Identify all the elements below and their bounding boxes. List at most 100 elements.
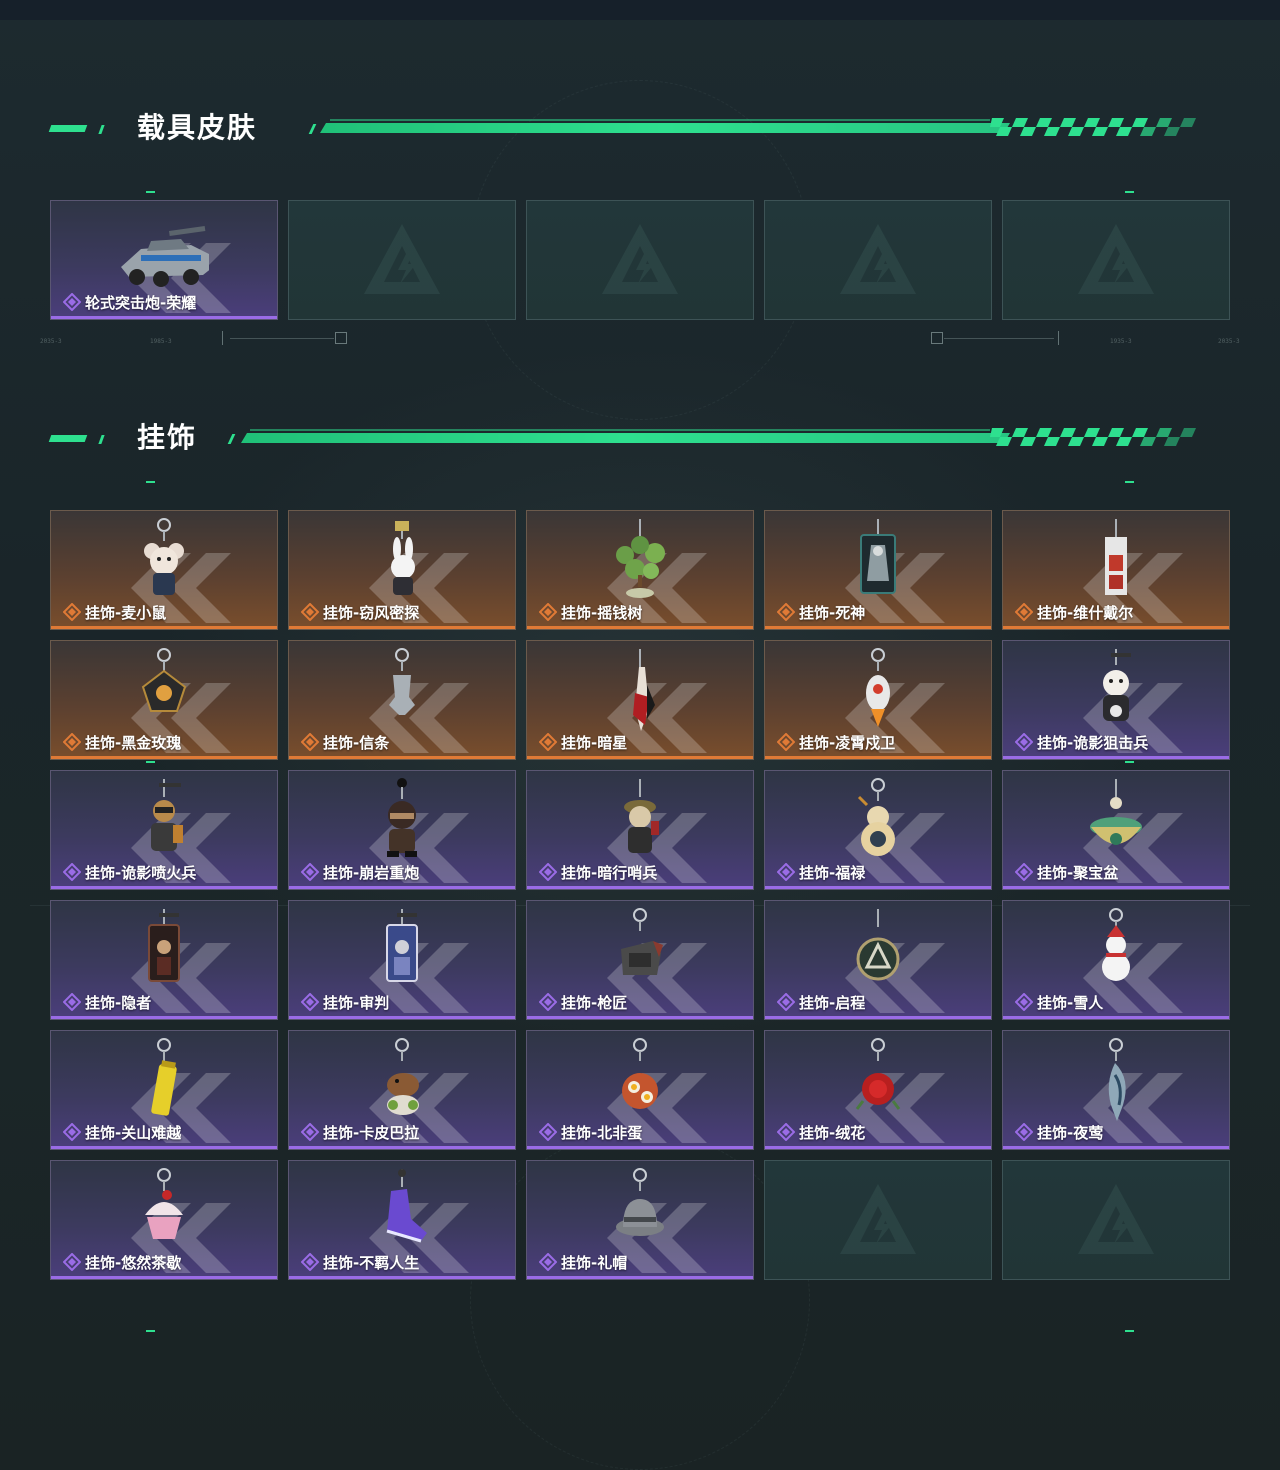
- item-card[interactable]: 挂饰-悠然茶歇: [50, 1160, 278, 1280]
- rarity-bar: [289, 756, 515, 759]
- flamethrower-charm-icon: [151, 779, 183, 851]
- departure-medal-charm-icon: [856, 909, 900, 981]
- rarity-diamond-icon: [1015, 1123, 1033, 1141]
- yellow-bottle-charm-icon: [151, 1038, 177, 1116]
- item-name: 挂饰-崩岩重炮: [323, 864, 420, 882]
- rarity-bar: [1003, 756, 1229, 759]
- empty-slot-logo-icon: [364, 224, 440, 294]
- item-card[interactable]: 挂饰-枪匠: [526, 900, 754, 1020]
- item-card[interactable]: 挂饰-不羁人生: [288, 1160, 516, 1280]
- rarity-bar: [765, 886, 991, 889]
- item-card[interactable]: 挂饰-启程: [764, 900, 992, 1020]
- header-accent: [98, 435, 105, 444]
- item-card[interactable]: 挂饰-北非蛋: [526, 1030, 754, 1150]
- mouse-charm-icon: [144, 518, 184, 595]
- empty-slot-logo-icon: [840, 1184, 916, 1254]
- rarity-diamond-icon: [777, 1123, 795, 1141]
- item-name: 挂饰-信条: [323, 734, 390, 752]
- item-card[interactable]: 挂饰-礼帽: [526, 1160, 754, 1280]
- header-bar-line: [330, 119, 990, 121]
- rarity-diamond-icon: [1015, 863, 1033, 881]
- rarity-diamond-icon: [63, 603, 81, 621]
- rarity-bar: [765, 626, 991, 629]
- armored-car-icon: [121, 225, 209, 287]
- item-card[interactable]: 轮式突击炮-荣耀: [50, 200, 278, 320]
- hud-tick-label: 1935-3: [1110, 338, 1132, 345]
- corner-tick: [1125, 481, 1134, 483]
- item-card[interactable]: 挂饰-死神: [764, 510, 992, 630]
- item-card[interactable]: 挂饰-审判: [288, 900, 516, 1020]
- sentry-charm-icon: [624, 779, 659, 853]
- rarity-bar: [51, 756, 277, 759]
- item-card[interactable]: 挂饰-凌霄戍卫: [764, 640, 992, 760]
- rarity-bar: [527, 886, 753, 889]
- header-accent: [227, 434, 236, 444]
- item-name: 挂饰-启程: [799, 994, 866, 1012]
- rarity-bar: [1003, 886, 1229, 889]
- item-card[interactable]: 挂饰-麦小鼠: [50, 510, 278, 630]
- rarity-diamond-icon: [63, 733, 81, 751]
- sneaker-charm-icon: [386, 1169, 427, 1243]
- item-card[interactable]: 挂饰-福禄: [764, 770, 992, 890]
- item-card[interactable]: 挂饰-暗行哨兵: [526, 770, 754, 890]
- rarity-bar: [1003, 626, 1229, 629]
- item-card[interactable]: 挂饰-关山难越: [50, 1030, 278, 1150]
- rarity-diamond-icon: [1015, 993, 1033, 1011]
- item-card[interactable]: 挂饰-诡影狙击兵: [1002, 640, 1230, 760]
- rarity-diamond-icon: [63, 293, 81, 311]
- creed-charm-icon: [389, 648, 415, 715]
- rarity-diamond-icon: [539, 1123, 557, 1141]
- corner-tick: [1125, 1330, 1134, 1332]
- black-gold-rose-charm-icon: [141, 648, 187, 712]
- item-name: 挂饰-绒花: [799, 1124, 866, 1142]
- item-card[interactable]: 挂饰-暗星: [526, 640, 754, 760]
- rarity-bar: [527, 756, 753, 759]
- item-card[interactable]: 挂饰-绒花: [764, 1030, 992, 1150]
- item-card[interactable]: 挂饰-夜莺: [1002, 1030, 1230, 1150]
- rarity-diamond-icon: [301, 993, 319, 1011]
- item-name: 挂饰-夜莺: [1037, 1124, 1104, 1142]
- header-accent: [308, 124, 317, 134]
- rarity-diamond-icon: [301, 603, 319, 621]
- item-name: 挂饰-凌霄戍卫: [799, 734, 896, 752]
- item-name: 挂饰-不羁人生: [323, 1254, 420, 1272]
- wisadel-charm-icon: [1105, 519, 1127, 595]
- section-title: 挂饰: [137, 421, 198, 454]
- rarity-bar: [51, 316, 277, 319]
- item-name: 挂饰-暗行哨兵: [561, 864, 658, 882]
- gourd-charm-icon: [857, 778, 895, 856]
- item-name: 挂饰-暗星: [561, 734, 628, 752]
- hud-square: [931, 332, 943, 344]
- rarity-diamond-icon: [539, 603, 557, 621]
- item-name: 挂饰-麦小鼠: [85, 604, 167, 622]
- item-card[interactable]: 挂饰-雪人: [1002, 900, 1230, 1020]
- rarity-diamond-icon: [777, 733, 795, 751]
- shakshuka-charm-icon: [622, 1038, 658, 1109]
- item-card[interactable]: 挂饰-维什戴尔: [1002, 510, 1230, 630]
- rarity-diamond-icon: [301, 733, 319, 751]
- item-card[interactable]: 挂饰-窃风密探: [288, 510, 516, 630]
- rarity-bar: [527, 1016, 753, 1019]
- item-name: 挂饰-诡影喷火兵: [85, 864, 197, 882]
- nightingale-charm-icon: [1108, 1038, 1126, 1121]
- reaper-card-charm-icon: [860, 519, 896, 594]
- header-checker-pattern: [990, 428, 1196, 446]
- item-card[interactable]: 挂饰-黑金玫瑰: [50, 640, 278, 760]
- rarity-diamond-icon: [1015, 733, 1033, 751]
- rarity-diamond-icon: [539, 993, 557, 1011]
- item-card[interactable]: 挂饰-崩岩重炮: [288, 770, 516, 890]
- item-name: 挂饰-隐者: [85, 994, 152, 1012]
- judgement-card-charm-icon: [386, 909, 418, 982]
- item-card[interactable]: 挂饰-信条: [288, 640, 516, 760]
- item-name: 挂饰-关山难越: [85, 1124, 182, 1142]
- rarity-diamond-icon: [301, 863, 319, 881]
- item-card[interactable]: 挂饰-聚宝盆: [1002, 770, 1230, 890]
- item-card[interactable]: 挂饰-摇钱树: [526, 510, 754, 630]
- item-card[interactable]: 挂饰-隐者: [50, 900, 278, 1020]
- rarity-bar: [289, 1016, 515, 1019]
- item-name: 轮式突击炮-荣耀: [85, 294, 197, 312]
- item-card[interactable]: 挂饰-诡影喷火兵: [50, 770, 278, 890]
- item-card[interactable]: 挂饰-卡皮巴拉: [288, 1030, 516, 1150]
- header-checker-pattern: [990, 118, 1196, 136]
- hud-line: [944, 338, 1054, 339]
